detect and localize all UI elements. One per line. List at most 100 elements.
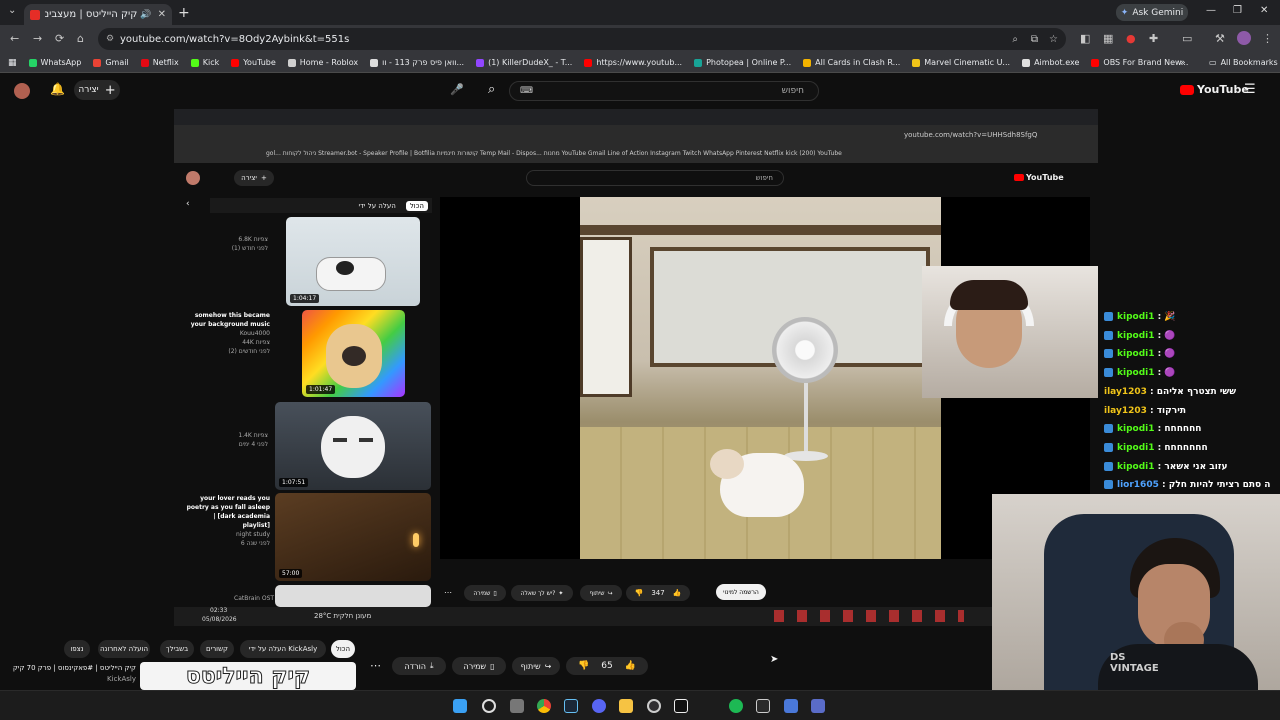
steam-taskbar-icon[interactable] [564,699,578,713]
bookmark-label: וואן פיס פרק 113 - וו... [382,58,465,67]
bookmark-item[interactable]: Marvel Cinematic U... [912,58,1010,67]
account-avatar[interactable] [14,83,30,99]
maximize-button[interactable]: ❐ [1233,5,1242,16]
extensions-puzzle-icon[interactable]: ✚ [1149,32,1158,45]
browser-tab-active[interactable]: קיק הייליטס | מעצבים איט 🔊 ✕ [24,4,172,25]
chrome-taskbar-icon[interactable] [537,699,551,713]
profile-avatar[interactable] [1237,31,1251,45]
bookmark-label: WhatsApp [40,58,82,67]
nested-like-pill: 👎 347 👍 [626,585,690,601]
chat-badge-icon [1104,480,1113,490]
apps-grid-icon[interactable]: ▦ [8,58,17,68]
chat-message: ilay1203 : ששי תצטרף אליהם [1104,387,1236,397]
mini-video-thumbnail[interactable]: קיק הייליטס [140,662,356,690]
chat-text: 🎉 [1164,312,1176,322]
app-taskbar-icon[interactable] [784,699,798,713]
bookmark-item[interactable]: Home - Roblox [287,58,358,67]
bookmarks-overflow-icon[interactable]: » [1180,58,1186,68]
app2-taskbar-icon[interactable] [811,699,825,713]
like-dislike-pill[interactable]: 👎 65 👍 [566,657,648,675]
youtube-logo[interactable]: YouTube [1180,83,1249,96]
bookmark-item[interactable]: Gmail [93,58,129,67]
bookmark-item[interactable]: WhatsApp [28,58,82,67]
epic-games-taskbar-icon[interactable] [756,699,770,713]
extension-icon-1[interactable]: ◧ [1080,32,1090,45]
ask-gemini-button[interactable]: ✦ Ask Gemini [1116,4,1188,21]
notifications-bell-icon[interactable]: 🔔 [50,82,65,96]
playlist-channel: Kouu4000 [239,330,270,337]
record-icon[interactable]: ● [1126,32,1136,45]
playlist-age: (1) לפני חודש [231,245,268,252]
reload-icon[interactable]: ⟳ [55,32,64,45]
nested-share-pill: שיתוף ↪ [580,585,622,601]
discord-taskbar-icon[interactable] [592,699,606,713]
bookmark-item[interactable]: All Cards in Clash R... [803,58,900,67]
extension-icon-3[interactable]: ⚒ [1215,32,1225,45]
bookmark-item[interactable]: https://www.youtub... [584,58,682,67]
task-view-icon[interactable] [510,699,524,713]
all-bookmarks-folder[interactable]: ▭ All Bookmarks [1209,58,1278,67]
obs-taskbar-icon[interactable] [647,699,661,713]
more-actions-icon[interactable]: ⋯ [370,659,381,672]
sidebar-icon[interactable]: ▭ [1182,32,1192,45]
back-icon[interactable]: ← [10,32,19,45]
nested-sparkle-icon: ✦ [558,589,564,597]
playlist-channel: night study [236,531,270,538]
like-icon[interactable]: 👍 [625,661,636,671]
extension-icon-2[interactable]: ▦ [1103,32,1113,45]
site-info-icon[interactable]: ⚙ [106,34,114,44]
bookmark-item[interactable]: YouTube [231,58,276,67]
mini-video-title-block[interactable]: קיק הייליטס | #פאקינסוס | פרק 70 קיק Kic… [12,663,136,685]
download-button[interactable]: הורדה ⤓ [392,657,446,675]
window-close-button[interactable]: ✕ [1260,5,1268,16]
browser-menu-icon[interactable]: ⋮ [1262,32,1273,45]
tab-close-icon[interactable]: ✕ [158,9,166,20]
nested-playlist-title: העלה על ידי [358,201,396,210]
forward-icon[interactable]: → [33,32,42,45]
bookmark-item[interactable]: Kick [190,58,219,67]
bookmark-favicon-icon [584,58,593,67]
dislike-icon[interactable]: 👎 [578,661,589,671]
taskbar-search-icon[interactable] [482,699,496,713]
install-icon[interactable]: ⧉ [1031,34,1038,45]
filter-chip[interactable]: הכול [331,640,355,658]
filter-chip[interactable]: קשורים [200,640,234,658]
filter-chip[interactable]: הועלה לאחרונה [98,640,150,658]
spotify-taskbar-icon[interactable] [729,699,743,713]
nested-avatar [186,171,200,185]
chat-separator: : [1146,386,1157,397]
search-button-icon[interactable]: ⌕ [488,82,495,97]
chat-text: חחחחחח [1164,424,1202,435]
chat-message: ilay1203 : תירקוד [1104,406,1186,416]
address-bar[interactable]: ⚙ youtube.com/watch?v=8Ody2Aybink&t=551s… [98,28,1066,50]
home-icon[interactable]: ⌂ [77,32,84,45]
chat-text: תירקוד [1156,405,1186,416]
bookmark-item[interactable]: Photopea | Online P... [694,58,791,67]
chat-username: kipodi1 [1117,312,1155,322]
zoom-icon[interactable]: ⌕ [1012,34,1018,45]
nested-more-icon: ⋯ [444,588,452,597]
filter-chip[interactable]: העלה על ידי KickAsly [240,640,326,658]
keyboard-icon[interactable]: ⌨ [520,86,533,96]
filter-chip[interactable]: בשבילך [160,640,194,658]
new-tab-button[interactable]: + [178,5,190,21]
minimize-button[interactable]: — [1206,5,1216,16]
bookmark-item[interactable]: (1) KillerDudeX_ - T... [476,58,572,67]
share-button[interactable]: שיתוף ↪ [512,657,560,675]
search-input[interactable]: חיפוש ⌨ [509,81,819,101]
explorer-taskbar-icon[interactable] [619,699,633,713]
save-button[interactable]: שמירה ▯ [452,657,506,675]
bookmark-item[interactable]: Netflix [140,58,179,67]
bookmark-item[interactable]: Aimbot.exe [1022,58,1079,67]
bookmark-star-icon[interactable]: ☆ [1049,34,1058,45]
voice-search-icon[interactable]: 🎤 [450,83,464,96]
bookmark-item[interactable]: וואן פיס פרק 113 - וו... [370,58,464,67]
windows-start-icon[interactable] [453,699,467,713]
filter-chip[interactable]: נצפו [64,640,90,658]
create-button[interactable]: יצירה + [74,80,120,100]
bookmark-label: All Cards in Clash R... [815,58,901,67]
guide-menu-icon[interactable]: ☰ [1244,82,1256,97]
tab-search-chevron-icon[interactable]: ⌄ [8,5,16,16]
bookmark-item[interactable]: OBS For Brand New... [1091,58,1188,67]
capcut-taskbar-icon[interactable] [674,699,688,713]
